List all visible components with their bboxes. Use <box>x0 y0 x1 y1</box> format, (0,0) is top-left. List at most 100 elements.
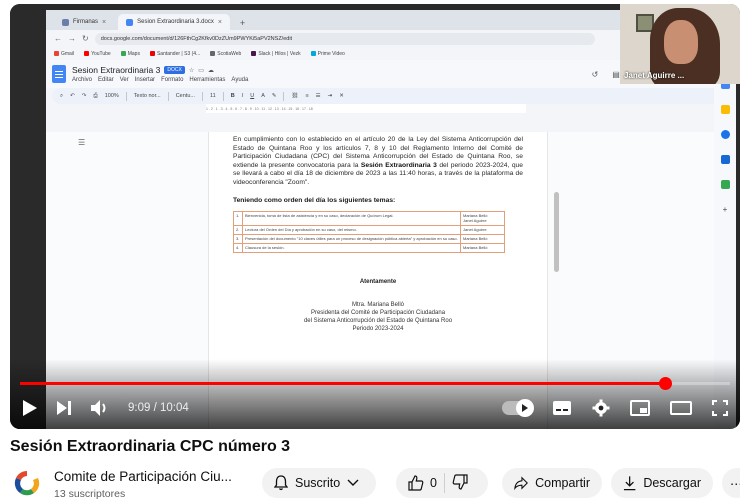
presenter-face <box>664 20 698 64</box>
subtitles-icon <box>553 401 571 415</box>
download-button[interactable]: Descargar <box>611 468 713 498</box>
skip-next-icon <box>57 401 71 415</box>
presenter-name: Janet Aguirre ... <box>624 71 685 80</box>
docs-toolbar: ⌕ ↶ ↷ ⎙ 100% Texto nor... Centu... 11 B … <box>52 88 730 104</box>
history-icon: ↺ <box>591 69 599 79</box>
channel-row: Comite de Participación Ciu... 13 suscri… <box>10 465 740 500</box>
menu-herramientas: Herramientas <box>189 77 226 83</box>
fullscreen-icon <box>712 400 728 416</box>
table-row: 4. Clausura de la sesión. Mariana Belló <box>233 242 505 253</box>
play-icon <box>23 400 37 416</box>
folder-icon: ▭ <box>198 67 204 74</box>
thumbs-up-icon <box>408 475 424 491</box>
subscriber-count: 13 suscriptores <box>54 488 126 500</box>
bookmark-item: Santander | S3 (4... <box>149 51 200 57</box>
comment-icon: ▤ <box>612 69 620 79</box>
indent-icon: ⇥ <box>327 93 333 99</box>
volume-icon <box>91 400 106 416</box>
docs-menu-bar: Archivo Editar Ver Insertar Formato Herr… <box>72 77 248 83</box>
like-button[interactable]: 0 <box>408 475 437 491</box>
player-controls: 9:09 / 10:04 <box>10 392 740 424</box>
download-icon <box>623 476 636 491</box>
share-button[interactable]: Compartir <box>502 468 602 498</box>
underline-icon: U <box>250 93 255 99</box>
style-select: Texto nor... <box>133 93 161 99</box>
fullscreen-button[interactable] <box>712 400 728 416</box>
tab-close-icon: × <box>217 18 222 26</box>
add-addon-icon: + <box>722 205 728 214</box>
video-title: Sesión Extraordinaria CPC número 3 <box>10 438 291 455</box>
volume-button[interactable] <box>90 399 110 417</box>
star-icon: ☆ <box>188 67 195 74</box>
menu-editar: Editar <box>98 77 114 83</box>
gear-icon <box>592 399 610 417</box>
maps-icon <box>720 180 730 189</box>
bookmark-item: ScotiaWeb <box>210 51 241 57</box>
back-arrow-icon: ← <box>54 34 62 43</box>
signature-block: Atentamente Mtra. Mariana Belló Presiden… <box>303 278 453 332</box>
docs-ruler: 1 . 2 . 1 . 3 . 4 . 5 . 6 . 7 . 8 . 9 . … <box>206 104 526 113</box>
browser-tab-firmanas: Firmanas × <box>54 14 114 30</box>
docs-favicon-icon <box>126 18 134 26</box>
menu-archivo: Archivo <box>72 77 93 83</box>
autoplay-play-icon <box>522 404 528 412</box>
theater-mode-button[interactable] <box>670 401 692 415</box>
search-menus-icon: ⌕ <box>60 92 64 99</box>
keep-icon <box>720 105 730 114</box>
zoom-select: 100% <box>104 93 119 99</box>
autoplay-toggle[interactable] <box>502 399 534 417</box>
theater-icon <box>670 401 692 415</box>
bold-icon: B <box>230 93 235 99</box>
bookmark-item: Prime Video <box>310 51 345 57</box>
forward-arrow-icon: → <box>68 34 76 43</box>
address-field: docs.google.com/document/d/126FthCg2Kfkv… <box>94 32 595 45</box>
bookmark-item: Slack | Hilos | Vezk <box>251 51 301 57</box>
next-button[interactable] <box>56 400 72 416</box>
menu-formato: Formato <box>161 77 184 83</box>
video-player[interactable]: Firmanas × Sesion Extraordinaria 3.docx … <box>10 4 740 429</box>
list-icon: ☰ <box>315 93 321 99</box>
menu-ayuda: Ayuda <box>231 77 249 83</box>
agenda-heading: Teniendo como orden del día los siguient… <box>233 196 396 204</box>
tab-favicon-icon <box>62 18 69 26</box>
redo-icon: ↷ <box>81 93 87 99</box>
table-row: 1. Bienvenida, toma de lista de asistenc… <box>233 210 505 226</box>
channel-name[interactable]: Comite de Participación Ciu... <box>54 469 232 484</box>
print-icon: ⎙ <box>93 92 98 99</box>
dislike-button[interactable] <box>452 473 468 493</box>
share-icon <box>514 476 528 490</box>
link-icon: ⛓ <box>291 93 299 99</box>
settings-button[interactable] <box>592 399 610 417</box>
play-button[interactable] <box>22 399 38 417</box>
tab-close-icon: × <box>102 18 107 26</box>
chevron-down-icon <box>347 479 359 486</box>
channel-logo-icon <box>14 470 40 496</box>
menu-ver: Ver <box>119 77 129 83</box>
bookmark-item: Maps <box>120 51 140 57</box>
subscribed-button[interactable]: Suscrito <box>262 468 376 498</box>
tasks-icon <box>720 130 730 139</box>
text-color-icon: A <box>261 93 265 99</box>
video-frame[interactable]: Firmanas × Sesion Extraordinaria 3.docx … <box>10 4 740 429</box>
bookmark-item: YouTube <box>84 51 111 57</box>
align-icon: ≡ <box>305 93 309 99</box>
italic-icon: I <box>241 93 244 99</box>
more-actions-button[interactable]: ⋯ <box>722 468 740 498</box>
bookmark-item: Gmail <box>54 51 74 57</box>
clear-format-icon: ✕ <box>339 93 344 99</box>
contacts-icon <box>720 155 730 164</box>
miniplayer-icon <box>630 400 650 416</box>
like-dislike-group: 0 <box>396 468 488 498</box>
font-size-field: 11 <box>209 93 216 99</box>
font-select: Centu... <box>175 93 195 99</box>
more-icon: ⋯ <box>730 476 740 491</box>
like-count: 0 <box>430 476 437 490</box>
presenter-webcam: Janet Aguirre ... <box>620 4 740 84</box>
document-intro: En cumplimiento con lo establecido en el… <box>233 136 523 186</box>
miniplayer-button[interactable] <box>630 400 650 416</box>
subtitles-button[interactable] <box>552 400 572 416</box>
channel-avatar[interactable] <box>12 468 42 498</box>
progress-played <box>20 382 666 385</box>
progress-bar[interactable] <box>20 377 730 390</box>
undo-icon: ↶ <box>70 93 75 99</box>
